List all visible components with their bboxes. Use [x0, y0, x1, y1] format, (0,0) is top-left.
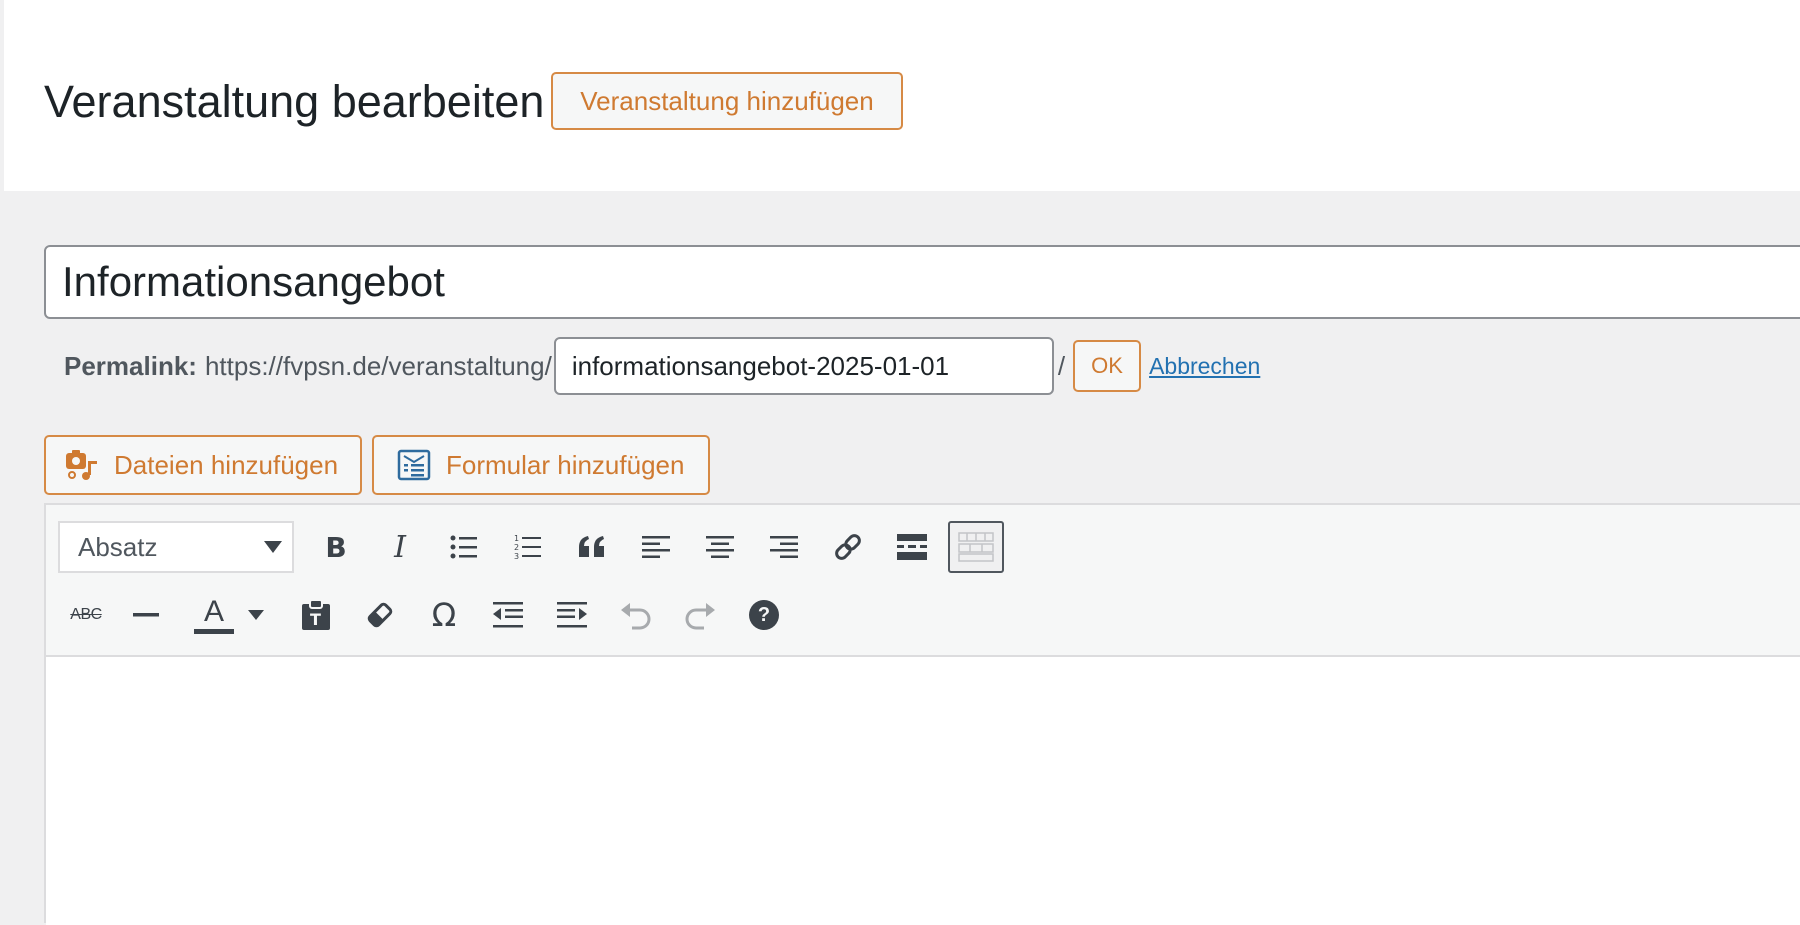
bulleted-list-icon[interactable]: [442, 525, 486, 569]
horizontal-line-icon[interactable]: [124, 593, 168, 637]
redo-icon[interactable]: [678, 593, 722, 637]
add-form-button[interactable]: Formular hinzufügen: [372, 435, 710, 495]
format-select[interactable]: Absatz: [58, 521, 294, 573]
add-files-button[interactable]: Dateien hinzufügen: [44, 435, 362, 495]
svg-text:1: 1: [514, 534, 519, 543]
toolbar-toggle-icon[interactable]: [948, 521, 1004, 573]
bold-icon[interactable]: B: [314, 525, 358, 569]
add-media-icon: [62, 445, 102, 485]
svg-text:T: T: [310, 610, 321, 629]
permalink-slug-input[interactable]: [553, 337, 1054, 395]
indent-icon[interactable]: [550, 593, 594, 637]
paste-text-icon[interactable]: T: [294, 593, 338, 637]
permalink-base-url: https://fvpsn.de/veranstaltung/: [204, 350, 552, 381]
read-more-icon[interactable]: [890, 525, 934, 569]
link-icon[interactable]: [826, 525, 870, 569]
add-form-label: Formular hinzufügen: [446, 449, 685, 480]
svg-text:3: 3: [514, 552, 519, 561]
clear-formatting-icon[interactable]: [358, 593, 402, 637]
permalink-row: Permalink: https://fvpsn.de/veranstaltun…: [64, 336, 1260, 396]
text-color-icon[interactable]: A: [192, 593, 236, 637]
permalink-slash: /: [1057, 350, 1066, 381]
editor-content-area[interactable]: [46, 657, 1800, 925]
blockquote-icon[interactable]: [570, 525, 614, 569]
align-center-icon[interactable]: [698, 525, 742, 569]
add-files-label: Dateien hinzufügen: [114, 449, 339, 480]
form-icon: [394, 445, 434, 485]
text-color-dropdown-icon[interactable]: [242, 593, 270, 637]
add-new-event-button[interactable]: Veranstaltung hinzufügen: [551, 72, 903, 130]
numbered-list-icon[interactable]: 123: [506, 525, 550, 569]
permalink-ok-button[interactable]: OK: [1073, 340, 1142, 392]
help-icon[interactable]: ?: [742, 593, 786, 637]
editor-toolbar: Absatz B I 123 ABC A T Ω ?: [46, 505, 1800, 657]
permalink-cancel-link[interactable]: Abbrechen: [1149, 353, 1260, 380]
chevron-down-icon: [264, 541, 282, 553]
align-right-icon[interactable]: [762, 525, 806, 569]
strikethrough-icon[interactable]: ABC: [60, 593, 112, 637]
permalink-label: Permalink:: [64, 350, 197, 381]
special-character-icon[interactable]: Ω: [422, 593, 466, 637]
page-title: Veranstaltung bearbeiten: [44, 76, 545, 127]
content-editor[interactable]: Absatz B I 123 ABC A T Ω ?: [44, 503, 1800, 925]
post-title-input[interactable]: [44, 245, 1800, 319]
outdent-icon[interactable]: [486, 593, 530, 637]
svg-text:2: 2: [514, 543, 519, 552]
undo-icon[interactable]: [614, 593, 658, 637]
format-select-value: Absatz: [78, 531, 158, 562]
italic-icon[interactable]: I: [378, 525, 422, 569]
align-left-icon[interactable]: [634, 525, 678, 569]
